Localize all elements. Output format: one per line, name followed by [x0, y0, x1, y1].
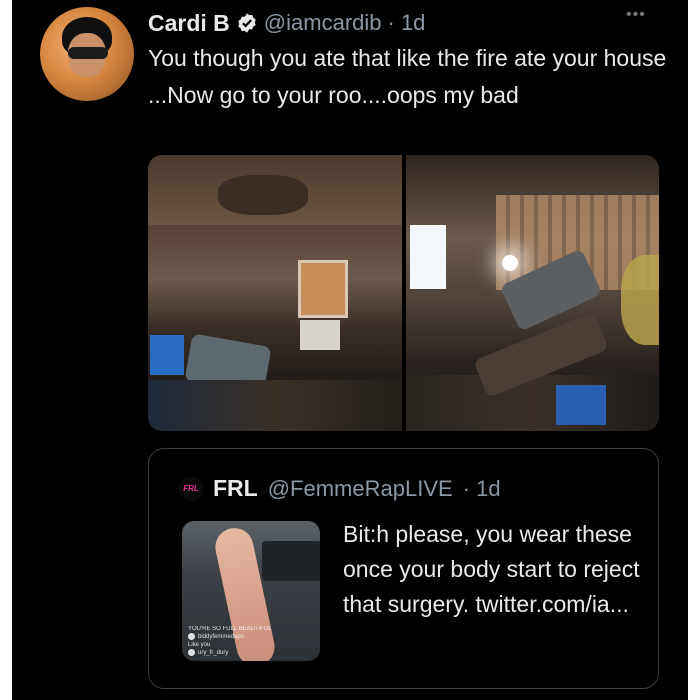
author-handle[interactable]: @iamcardib: [264, 10, 382, 36]
media-grid: [148, 155, 659, 431]
ceiling-fan: [218, 175, 308, 215]
window: [409, 225, 446, 289]
quoted-avatar[interactable]: FRL: [179, 476, 203, 501]
quoted-tweet[interactable]: FRL FRL @FemmeRapLIVE · 1d YOU'RE SO FUL…: [148, 448, 659, 689]
caption-line: Like you: [188, 642, 211, 649]
thumbnail-caption: YOU'RE SO FULL BEAUTIFUL biddyfemmedaps …: [188, 625, 272, 657]
tweet: Cardi B @iamcardib · 1d ••• You though y…: [12, 0, 688, 700]
quoted-author-name[interactable]: FRL: [213, 475, 258, 502]
quoted-timestamp: · 1d: [462, 475, 501, 501]
window: [298, 260, 348, 318]
tweet-header: Cardi B @iamcardib · 1d: [148, 6, 425, 40]
profile-dot-icon: [188, 633, 195, 640]
blue-bin: [555, 385, 606, 425]
quoted-tweet-text: Bit:h please, you wear these once your b…: [343, 521, 640, 617]
quoted-author-handle[interactable]: @FemmeRapLIVE: [268, 476, 453, 502]
tweet-text: You though you ate that like the fire at…: [148, 45, 667, 108]
verified-badge-icon: [238, 13, 256, 33]
caption-line: YOU'RE SO FULL BEAUTIFUL: [188, 626, 272, 632]
timestamp[interactable]: · 1d: [388, 10, 426, 36]
quoted-media-thumbnail[interactable]: YOU'RE SO FULL BEAUTIFUL biddyfemmedaps …: [182, 521, 320, 661]
car-console: [262, 541, 320, 581]
debris: [405, 375, 659, 431]
insulation: [620, 255, 659, 345]
avatar[interactable]: [40, 7, 134, 101]
author-name[interactable]: Cardi B: [148, 10, 230, 37]
caption-line: biddyfemmedaps: [188, 633, 272, 641]
media-photo-2[interactable]: [405, 155, 659, 431]
caption-line: ury_fr_dury: [188, 649, 272, 657]
blue-bin: [150, 335, 184, 375]
light-glare: [501, 255, 518, 271]
quoted-tweet-header: FRL FRL @FemmeRapLIVE · 1d: [179, 475, 501, 502]
profile-dot-icon: [188, 649, 195, 657]
more-horizontal-icon[interactable]: •••: [626, 6, 646, 24]
avatar-sunglasses: [68, 47, 108, 59]
media-photo-1[interactable]: [148, 155, 402, 431]
debris: [148, 380, 402, 431]
ac-unit: [300, 320, 340, 350]
